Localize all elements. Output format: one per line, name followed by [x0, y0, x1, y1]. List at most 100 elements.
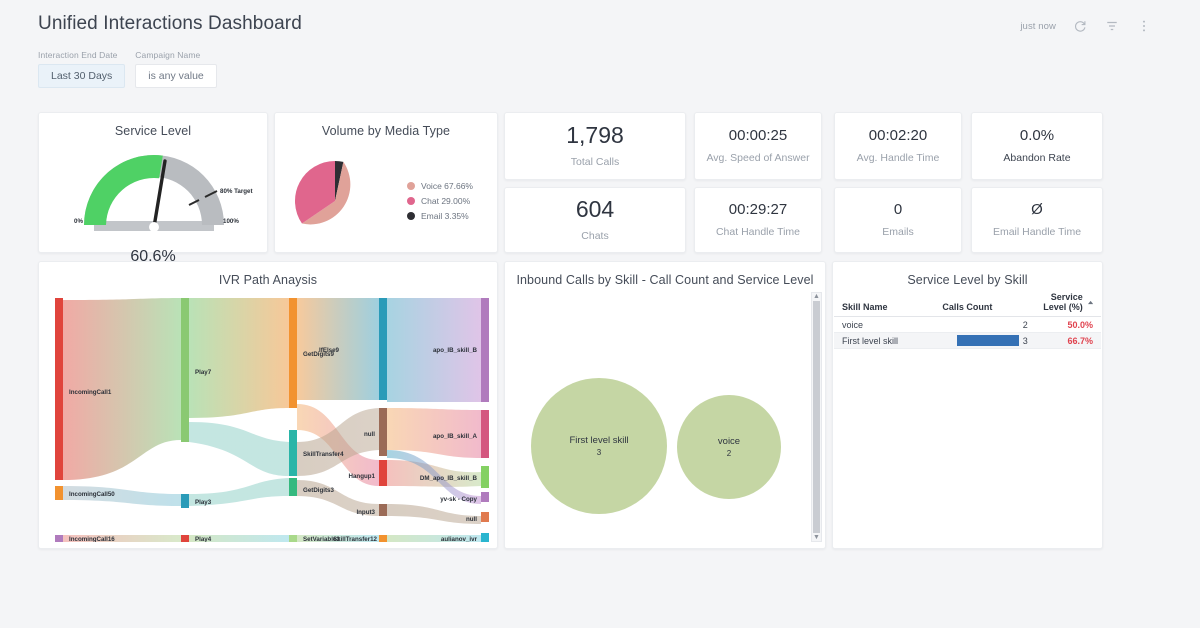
filter-icon[interactable]: [1104, 18, 1120, 34]
calls-count-bar: [957, 335, 1019, 346]
page-title: Unified Interactions Dashboard: [38, 13, 302, 35]
service-level-table: Skill Name Calls Count Service Level (%)…: [834, 292, 1101, 349]
sankey-label-hangup1: Hangup1: [349, 473, 376, 480]
filter-value-campaign[interactable]: is any value: [135, 64, 216, 88]
sankey-node: [181, 535, 189, 542]
sankey-node: [481, 298, 489, 402]
cell-service-level: 50.0%: [1028, 320, 1093, 330]
sankey-label-incomingcall1: IncomingCall1: [69, 389, 112, 396]
sankey-node: [55, 298, 63, 480]
filter-value-date[interactable]: Last 30 Days: [38, 64, 125, 88]
cell-calls-count: 2: [942, 320, 1027, 330]
kpi-value: 0: [894, 202, 902, 217]
scroll-down-icon[interactable]: ▼: [812, 534, 821, 541]
card-inbound-calls-by-skill: Inbound Calls by Skill - Call Count and …: [504, 261, 826, 549]
kpi-value: 604: [576, 198, 614, 221]
scroll-up-icon[interactable]: ▲: [812, 293, 821, 300]
sankey-label-ifelse9: IfElse9: [319, 347, 340, 354]
sankey-label-skilltransfer12: SkillTransfer12: [333, 536, 378, 542]
sankey-node: [181, 298, 189, 442]
cell-skill-name: voice: [842, 320, 942, 330]
sankey-node: [379, 504, 387, 516]
bubble-chart-scrollbar[interactable]: ▲ ▼: [811, 292, 822, 542]
table-row[interactable]: First level skill 3 66.7%: [834, 333, 1101, 348]
kpi-value: 00:00:25: [729, 128, 787, 143]
kpi-avg-speed-of-answer: 00:00:25 Avg. Speed of Answer: [694, 112, 822, 180]
sort-ascending-icon: [1088, 300, 1093, 305]
card-volume-by-media-type: Volume by Media Type Voice 67.66%: [274, 112, 498, 253]
gauge-target-label: 80% Target: [220, 188, 253, 195]
media-type-pie-chart: Voice 67.66% Chat 29.00% Email 3.35%: [275, 151, 497, 251]
kpi-email-handle-time: Ø Email Handle Time: [971, 187, 1103, 253]
header-toolbar: just now: [1020, 18, 1152, 34]
kpi-value: Ø: [1031, 202, 1043, 217]
kpi-label: Chat Handle Time: [716, 226, 800, 238]
cell-service-level: 66.7%: [1028, 336, 1093, 346]
card-ivr-path-analysis: IVR Path Anaysis: [38, 261, 498, 549]
kpi-value: 00:29:27: [729, 202, 787, 217]
dashboard-page: Unified Interactions Dashboard just now: [0, 0, 1200, 628]
column-header-service-level[interactable]: Service Level (%): [1028, 292, 1093, 312]
sankey-label-incomingcall16: IncomingCall16: [69, 536, 115, 542]
kpi-label: Total Calls: [571, 156, 619, 168]
legend-label: Voice 67.66%: [421, 181, 473, 191]
sankey-label-incomingcall50: IncomingCall50: [69, 491, 115, 498]
table-row[interactable]: voice 2 50.0%: [834, 317, 1101, 332]
filter-label: Interaction End Date: [38, 50, 125, 60]
sankey-label-aulianov-ivr: aulianov_ivr: [441, 536, 478, 542]
scrollbar-thumb[interactable]: [813, 301, 820, 533]
bubble-label: First level skill: [569, 435, 628, 446]
kpi-emails: 0 Emails: [834, 187, 962, 253]
column-header-skill-name[interactable]: Skill Name: [842, 302, 942, 312]
sankey-label-play7: Play7: [195, 369, 212, 376]
legend-swatch: [407, 182, 415, 190]
ivr-sankey-diagram[interactable]: IncomingCall1 IncomingCall50 IncomingCal…: [49, 290, 491, 542]
sankey-node: [481, 533, 489, 542]
column-header-calls-count[interactable]: Calls Count: [942, 302, 1027, 312]
legend-item-chat: Chat 29.00%: [407, 196, 473, 206]
sankey-node: [379, 535, 387, 542]
sankey-label-yv-sk-copy: yv-sk - Copy: [440, 496, 477, 503]
card-title: Inbound Calls by Skill - Call Count and …: [505, 262, 825, 287]
card-service-level: Service Level 0% 100% 80% Target: [38, 112, 268, 253]
sankey-label-input3: Input3: [356, 509, 375, 516]
sankey-node: [481, 410, 489, 458]
sankey-node: [289, 430, 297, 476]
more-options-icon[interactable]: [1136, 18, 1152, 34]
kpi-value: 1,798: [566, 124, 624, 147]
legend-item-email: Email 3.35%: [407, 211, 473, 221]
sankey-label-skilltransfer4: SkillTransfer4: [303, 451, 344, 458]
column-header-label: Service Level (%): [1028, 292, 1083, 312]
kpi-chat-handle-time: 00:29:27 Chat Handle Time: [694, 187, 822, 253]
sankey-node: [289, 298, 297, 408]
bubble-value: 2: [727, 449, 731, 458]
legend-label: Chat 29.00%: [421, 196, 470, 206]
bubble-label: voice: [718, 436, 740, 447]
legend-label: Email 3.35%: [421, 211, 469, 221]
kpi-label: Chats: [581, 230, 608, 242]
card-title: Volume by Media Type: [275, 113, 497, 138]
kpi-avg-handle-time: 00:02:20 Avg. Handle Time: [834, 112, 962, 180]
sankey-label-apo-ib-skill-a: apo_IB_skill_A: [433, 433, 478, 440]
kpi-abandon-rate: 0.0% Abandon Rate: [971, 112, 1103, 180]
cell-skill-name: First level skill: [842, 336, 942, 346]
kpi-value: 00:02:20: [869, 128, 927, 143]
card-title: Service Level by Skill: [833, 262, 1102, 287]
kpi-label: Emails: [882, 226, 914, 238]
sankey-label-apo-ib-skill-b: apo_IB_skill_B: [433, 347, 478, 354]
sankey-label-null-col4: null: [364, 431, 375, 438]
bubble-voice[interactable]: voice 2: [677, 395, 781, 499]
cell-calls-value: 3: [1023, 336, 1028, 346]
refresh-icon[interactable]: [1072, 18, 1088, 34]
legend-swatch: [407, 212, 415, 220]
table-header-row: Skill Name Calls Count Service Level (%): [834, 292, 1101, 317]
legend-item-voice: Voice 67.66%: [407, 181, 473, 191]
sankey-node: [55, 486, 63, 500]
service-level-gauge: 0% 100% 80% Target: [39, 143, 267, 253]
bubble-first-level-skill[interactable]: First level skill 3: [531, 378, 667, 514]
filter-bar: Interaction End Date Last 30 Days Campai…: [38, 50, 217, 88]
cell-calls-value: 2: [1023, 320, 1028, 330]
card-service-level-by-skill: Service Level by Skill Skill Name Calls …: [832, 261, 1103, 549]
kpi-value: 0.0%: [1020, 128, 1054, 143]
kpi-label: Email Handle Time: [993, 226, 1081, 238]
